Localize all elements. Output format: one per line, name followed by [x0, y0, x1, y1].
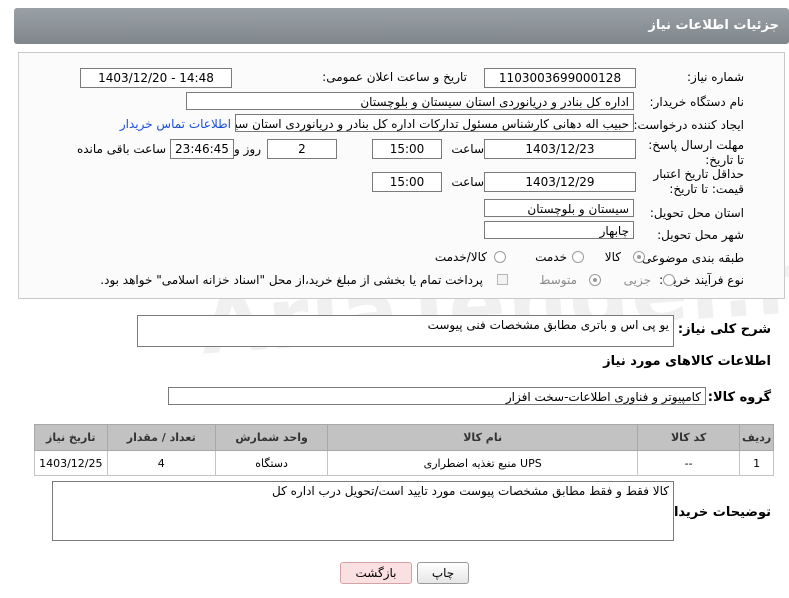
category-option-goods: کالا	[604, 250, 621, 264]
table-header-row: تاریخ نیاز تعداد / مقدار واحد شمارش نام …	[34, 424, 774, 451]
announce-field[interactable]: 1403/12/20 - 14:48	[80, 68, 232, 88]
col-row: ردیف	[739, 424, 774, 451]
category-radio-goods-service[interactable]	[494, 251, 506, 263]
category-option-goods-service: کالا/خدمت	[434, 250, 487, 264]
remaining-time-field[interactable]: 23:46:45	[170, 139, 234, 159]
buyer-notes-textarea[interactable]: کالا فقط و فقط مطابق مشخصات پیوست مورد ت…	[52, 481, 674, 541]
cell-need-date: 1403/12/25	[34, 450, 108, 476]
creator-label: ایجاد کننده درخواست:	[633, 118, 744, 132]
contact-info-link[interactable]: اطلاعات تماس خریدار	[120, 117, 231, 131]
deadline-date-field[interactable]: 1403/12/23	[484, 139, 636, 159]
category-radio-service[interactable]	[572, 251, 584, 263]
back-button[interactable]: بازگشت	[340, 562, 412, 584]
remaining-label: ساعت باقی مانده	[76, 142, 166, 156]
need-number-field[interactable]: 1103003699000128	[484, 68, 636, 88]
col-unit: واحد شمارش	[214, 424, 329, 451]
col-need-date: تاریخ نیاز	[34, 424, 108, 451]
city-field[interactable]: چابهار	[484, 221, 634, 239]
validity-label: حداقل تاریخ اعتبار قیمت: تا تاریخ:	[653, 167, 744, 196]
buyer-org-field[interactable]: اداره کل بنادر و دریانوردی استان سیستان …	[186, 92, 634, 110]
purchase-radio-medium[interactable]	[589, 274, 601, 286]
summary-label: شرح کلی نیاز:	[677, 322, 771, 337]
goods-group-label: گروه کالا:	[707, 390, 771, 405]
col-item-code: کد کالا	[637, 424, 741, 451]
category-radio-goods[interactable]	[633, 251, 645, 263]
purchase-radio-minor[interactable]	[663, 274, 675, 286]
cell-row: 1	[739, 450, 774, 476]
print-button[interactable]: چاپ	[417, 562, 469, 584]
summary-textarea[interactable]: یو پی اس و باتری مطابق مشخصات فنی پیوست	[137, 315, 674, 347]
cell-unit: دستگاه	[214, 450, 329, 476]
province-field[interactable]: سیستان و بلوچستان	[484, 199, 634, 217]
deadline-label: مهلت ارسال پاسخ: تا تاریخ:	[648, 138, 744, 167]
need-number-label: شماره نیاز:	[687, 70, 744, 84]
page-header: جزئیات اطلاعات نیاز	[14, 8, 789, 44]
table-row[interactable]: 1403/12/25 4 دستگاه منبع تغذیه اضطراری U…	[34, 450, 774, 476]
items-table: تاریخ نیاز تعداد / مقدار واحد شمارش نام …	[34, 424, 774, 476]
deadline-time-field[interactable]: 15:00	[372, 139, 442, 159]
buyer-org-label: نام دستگاه خریدار:	[649, 95, 745, 109]
validity-time-field[interactable]: 15:00	[372, 172, 442, 192]
category-label: طبقه بندی موضوعی:	[637, 251, 744, 265]
creator-field[interactable]: حبیب اله دهانی کارشناس مسئول تدارکات ادا…	[235, 114, 634, 132]
announce-label: تاریخ و ساعت اعلان عمومی:	[322, 70, 467, 84]
goods-section-title: اطلاعات کالاهای مورد نیاز	[603, 354, 771, 369]
validity-hour-label: ساعت	[451, 175, 484, 189]
deadline-hour-label: ساعت	[451, 142, 484, 156]
cell-item-name: منبع تغذیه اضطراری UPS	[327, 450, 639, 476]
purchase-option-medium: متوسط	[539, 273, 577, 287]
col-quantity: تعداد / مقدار	[106, 424, 216, 451]
cell-item-code: --	[637, 450, 741, 476]
buyer-notes-label: توضیحات خریدار:	[661, 505, 771, 520]
payment-note: پرداخت تمام یا بخشی از مبلغ خرید،از محل …	[100, 273, 483, 287]
col-item-name: نام کالا	[327, 424, 639, 451]
days-label: روز و	[234, 142, 261, 156]
page-title: جزئیات اطلاعات نیاز	[648, 18, 779, 33]
city-label: شهر محل تحویل:	[657, 228, 744, 242]
validity-date-field[interactable]: 1403/12/29	[484, 172, 636, 192]
cell-quantity: 4	[106, 450, 216, 476]
category-option-service: خدمت	[535, 250, 567, 264]
province-label: استان محل تحویل:	[649, 206, 744, 220]
treasury-checkbox[interactable]	[497, 274, 508, 285]
days-field[interactable]: 2	[267, 139, 337, 159]
purchase-option-minor: جزیی	[623, 273, 651, 287]
goods-group-field[interactable]: کامپیوتر و فناوری اطلاعات-سخت افزار	[168, 387, 706, 405]
